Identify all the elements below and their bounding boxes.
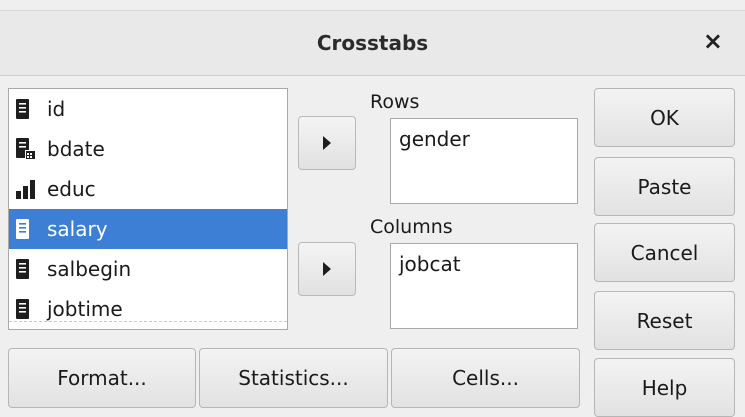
variable-item-educ[interactable]: educ: [9, 169, 287, 209]
arrow-right-icon: [323, 262, 331, 276]
statistics-button[interactable]: Statistics...: [199, 348, 388, 408]
list-divider: [9, 321, 287, 322]
cancel-button[interactable]: Cancel: [594, 223, 735, 282]
columns-value: jobcat: [399, 252, 461, 276]
columns-label: Columns: [370, 216, 453, 238]
paste-button[interactable]: Paste: [594, 157, 735, 216]
ok-button[interactable]: OK: [594, 88, 735, 147]
cells-button[interactable]: Cells...: [391, 348, 580, 408]
format-button[interactable]: Format...: [8, 348, 196, 408]
move-to-rows-button[interactable]: [298, 116, 356, 170]
date-doc-icon: [15, 137, 41, 161]
ordinal-bars-icon: [15, 177, 41, 201]
variable-item-salbegin[interactable]: salbegin: [9, 249, 287, 289]
variable-item-bdate[interactable]: bdate: [9, 129, 287, 169]
variable-label: salary: [47, 217, 108, 241]
move-to-columns-button[interactable]: [298, 242, 356, 296]
variable-label: id: [47, 97, 66, 121]
variable-item-id[interactable]: id: [9, 89, 287, 129]
title-bar: Crosstabs ×: [0, 10, 745, 76]
help-button[interactable]: Help: [594, 358, 735, 417]
variable-item-salary[interactable]: salary: [9, 209, 287, 249]
reset-button[interactable]: Reset: [594, 291, 735, 350]
dialog-title: Crosstabs: [316, 31, 429, 55]
variable-label: bdate: [47, 137, 105, 161]
crosstabs-dialog: Crosstabs × id bdate educ salary salbegi…: [0, 0, 745, 417]
scale-doc-icon: [15, 297, 41, 321]
rows-field[interactable]: gender: [390, 118, 578, 204]
variable-label: educ: [47, 177, 96, 201]
rows-value: gender: [399, 127, 470, 151]
scale-doc-icon: [15, 97, 41, 121]
rows-label: Rows: [370, 91, 420, 113]
columns-field[interactable]: jobcat: [390, 243, 578, 329]
scale-doc-icon: [15, 217, 41, 241]
variable-list[interactable]: id bdate educ salary salbegin jobtime: [8, 88, 288, 330]
variable-label: jobtime: [47, 297, 123, 321]
variable-item-jobtime[interactable]: jobtime: [9, 289, 287, 329]
arrow-right-icon: [323, 136, 331, 150]
close-icon[interactable]: ×: [703, 29, 723, 53]
variable-label: salbegin: [47, 257, 132, 281]
scale-doc-icon: [15, 257, 41, 281]
